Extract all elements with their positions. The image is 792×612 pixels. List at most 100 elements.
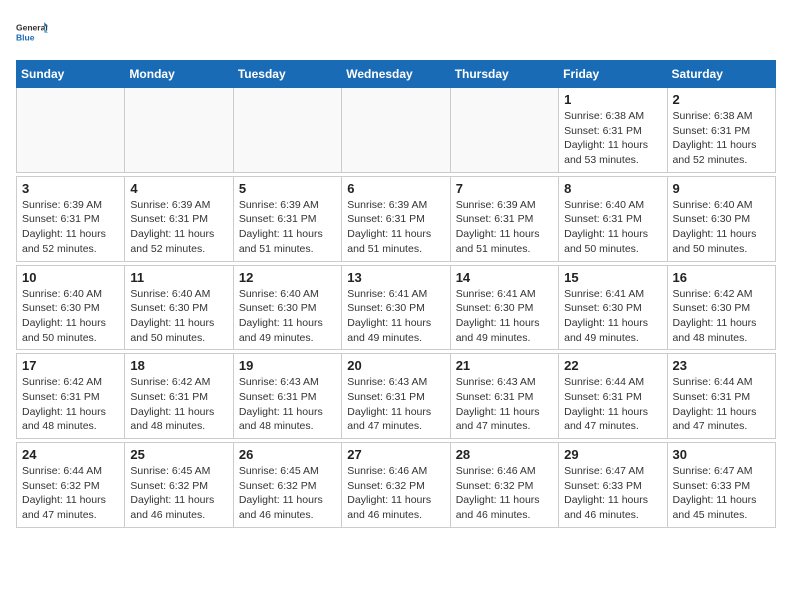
calendar-cell: 28Sunrise: 6:46 AMSunset: 6:32 PMDayligh… <box>450 443 558 528</box>
day-number: 6 <box>347 181 444 196</box>
calendar-cell: 13 Sunrise: 6:41 AMSunset: 6:30 PMDayligh… <box>342 265 450 350</box>
day-number: 29 <box>564 447 661 462</box>
calendar-cell: 7Sunrise: 6:39 AMSunset: 6:31 PMDaylight… <box>450 176 558 261</box>
calendar-header-thursday: Thursday <box>450 61 558 88</box>
day-info: Sunrise: 6:46 AMSunset: 6:32 PMDaylight:… <box>456 464 553 523</box>
calendar-header-saturday: Saturday <box>667 61 775 88</box>
day-info: Sunrise: 6:45 AMSunset: 6:32 PMDaylight:… <box>239 464 336 523</box>
day-info: Sunrise: 6:44 AMSunset: 6:32 PMDaylight:… <box>22 464 119 523</box>
day-info: Sunrise: 6:41 AMSunset: 6:30 PMDaylight:… <box>564 287 661 346</box>
calendar-header-friday: Friday <box>559 61 667 88</box>
calendar-week-5: 24 Sunrise: 6:44 AMSunset: 6:32 PMDayligh… <box>17 443 776 528</box>
day-number: 18 <box>130 358 227 373</box>
logo-svg: General Blue <box>16 16 48 48</box>
day-number: 3 <box>22 181 119 196</box>
day-info: Sunrise: 6:40 AMSunset: 6:30 PMDaylight:… <box>22 287 119 346</box>
day-number: 19 <box>239 358 336 373</box>
calendar-cell: 14 Sunrise: 6:41 AMSunset: 6:30 PMDayligh… <box>450 265 558 350</box>
svg-text:Blue: Blue <box>16 32 35 42</box>
day-info: Sunrise: 6:46 AMSunset: 6:32 PMDaylight:… <box>347 464 444 523</box>
day-info: Sunrise: 6:40 AMSunset: 6:31 PMDaylight:… <box>564 198 661 257</box>
calendar-cell: 15 Sunrise: 6:41 AMSunset: 6:30 PMDayligh… <box>559 265 667 350</box>
day-number: 17 <box>22 358 119 373</box>
day-number: 13 <box>347 270 444 285</box>
day-info: Sunrise: 6:39 AMSunset: 6:31 PMDaylight:… <box>456 198 553 257</box>
day-number: 27 <box>347 447 444 462</box>
calendar-cell: 21Sunrise: 6:43 AMSunset: 6:31 PMDayligh… <box>450 354 558 439</box>
calendar-cell <box>17 88 125 173</box>
calendar-cell: 19 Sunrise: 6:43 AMSunset: 6:31 PMDayligh… <box>233 354 341 439</box>
calendar-cell: 6 Sunrise: 6:39 AMSunset: 6:31 PMDaylight… <box>342 176 450 261</box>
day-info: Sunrise: 6:41 AMSunset: 6:30 PMDaylight:… <box>456 287 553 346</box>
day-number: 23 <box>673 358 770 373</box>
calendar-cell <box>125 88 233 173</box>
day-number: 30 <box>673 447 770 462</box>
calendar-cell: 11 Sunrise: 6:40 AMSunset: 6:30 PMDayligh… <box>125 265 233 350</box>
calendar-cell: 9 Sunrise: 6:40 AMSunset: 6:30 PMDaylight… <box>667 176 775 261</box>
calendar-header-monday: Monday <box>125 61 233 88</box>
day-number: 5 <box>239 181 336 196</box>
day-number: 25 <box>130 447 227 462</box>
day-info: Sunrise: 6:42 AMSunset: 6:30 PMDaylight:… <box>673 287 770 346</box>
day-info: Sunrise: 6:40 AMSunset: 6:30 PMDaylight:… <box>239 287 336 346</box>
day-number: 8 <box>564 181 661 196</box>
day-info: Sunrise: 6:38 AMSunset: 6:31 PMDaylight:… <box>673 109 770 168</box>
calendar-cell: 23Sunrise: 6:44 AMSunset: 6:31 PMDayligh… <box>667 354 775 439</box>
day-number: 14 <box>456 270 553 285</box>
calendar-cell: 20 Sunrise: 6:43 AMSunset: 6:31 PMDayligh… <box>342 354 450 439</box>
calendar-week-2: 3 Sunrise: 6:39 AMSunset: 6:31 PMDaylight… <box>17 176 776 261</box>
calendar-cell <box>450 88 558 173</box>
calendar-cell: 1Sunrise: 6:38 AMSunset: 6:31 PMDaylight… <box>559 88 667 173</box>
calendar-header-tuesday: Tuesday <box>233 61 341 88</box>
day-number: 12 <box>239 270 336 285</box>
day-info: Sunrise: 6:47 AMSunset: 6:33 PMDaylight:… <box>564 464 661 523</box>
calendar-header-wednesday: Wednesday <box>342 61 450 88</box>
calendar-cell: 17 Sunrise: 6:42 AMSunset: 6:31 PMDayligh… <box>17 354 125 439</box>
day-info: Sunrise: 6:47 AMSunset: 6:33 PMDaylight:… <box>673 464 770 523</box>
day-info: Sunrise: 6:42 AMSunset: 6:31 PMDaylight:… <box>130 375 227 434</box>
calendar-cell: 12 Sunrise: 6:40 AMSunset: 6:30 PMDayligh… <box>233 265 341 350</box>
day-info: Sunrise: 6:39 AMSunset: 6:31 PMDaylight:… <box>347 198 444 257</box>
day-number: 2 <box>673 92 770 107</box>
day-number: 16 <box>673 270 770 285</box>
calendar-cell: 25 Sunrise: 6:45 AMSunset: 6:32 PMDayligh… <box>125 443 233 528</box>
day-number: 15 <box>564 270 661 285</box>
day-info: Sunrise: 6:38 AMSunset: 6:31 PMDaylight:… <box>564 109 661 168</box>
day-info: Sunrise: 6:39 AMSunset: 6:31 PMDaylight:… <box>22 198 119 257</box>
calendar-cell: 18 Sunrise: 6:42 AMSunset: 6:31 PMDayligh… <box>125 354 233 439</box>
day-number: 21 <box>456 358 553 373</box>
day-number: 20 <box>347 358 444 373</box>
calendar-header-sunday: Sunday <box>17 61 125 88</box>
day-info: Sunrise: 6:43 AMSunset: 6:31 PMDaylight:… <box>347 375 444 434</box>
day-info: Sunrise: 6:40 AMSunset: 6:30 PMDaylight:… <box>130 287 227 346</box>
day-number: 24 <box>22 447 119 462</box>
day-info: Sunrise: 6:42 AMSunset: 6:31 PMDaylight:… <box>22 375 119 434</box>
day-info: Sunrise: 6:40 AMSunset: 6:30 PMDaylight:… <box>673 198 770 257</box>
calendar-cell: 3 Sunrise: 6:39 AMSunset: 6:31 PMDaylight… <box>17 176 125 261</box>
page-header: General Blue <box>16 16 776 48</box>
calendar-cell: 4Sunrise: 6:39 AMSunset: 6:31 PMDaylight… <box>125 176 233 261</box>
day-info: Sunrise: 6:39 AMSunset: 6:31 PMDaylight:… <box>239 198 336 257</box>
calendar-cell: 27 Sunrise: 6:46 AMSunset: 6:32 PMDayligh… <box>342 443 450 528</box>
day-number: 26 <box>239 447 336 462</box>
calendar-cell: 30 Sunrise: 6:47 AMSunset: 6:33 PMDayligh… <box>667 443 775 528</box>
logo: General Blue <box>16 16 48 48</box>
day-number: 11 <box>130 270 227 285</box>
day-info: Sunrise: 6:44 AMSunset: 6:31 PMDaylight:… <box>564 375 661 434</box>
day-number: 22 <box>564 358 661 373</box>
calendar-cell <box>342 88 450 173</box>
day-number: 9 <box>673 181 770 196</box>
calendar-week-4: 17 Sunrise: 6:42 AMSunset: 6:31 PMDayligh… <box>17 354 776 439</box>
calendar-week-1: 1Sunrise: 6:38 AMSunset: 6:31 PMDaylight… <box>17 88 776 173</box>
calendar-cell: 29 Sunrise: 6:47 AMSunset: 6:33 PMDayligh… <box>559 443 667 528</box>
calendar-cell: 2 Sunrise: 6:38 AMSunset: 6:31 PMDaylight… <box>667 88 775 173</box>
day-info: Sunrise: 6:41 AMSunset: 6:30 PMDaylight:… <box>347 287 444 346</box>
day-info: Sunrise: 6:45 AMSunset: 6:32 PMDaylight:… <box>130 464 227 523</box>
calendar-cell: 24 Sunrise: 6:44 AMSunset: 6:32 PMDayligh… <box>17 443 125 528</box>
day-info: Sunrise: 6:43 AMSunset: 6:31 PMDaylight:… <box>239 375 336 434</box>
calendar-week-3: 10 Sunrise: 6:40 AMSunset: 6:30 PMDayligh… <box>17 265 776 350</box>
calendar-cell: 22 Sunrise: 6:44 AMSunset: 6:31 PMDayligh… <box>559 354 667 439</box>
day-number: 10 <box>22 270 119 285</box>
day-number: 4 <box>130 181 227 196</box>
calendar-cell: 8 Sunrise: 6:40 AMSunset: 6:31 PMDaylight… <box>559 176 667 261</box>
